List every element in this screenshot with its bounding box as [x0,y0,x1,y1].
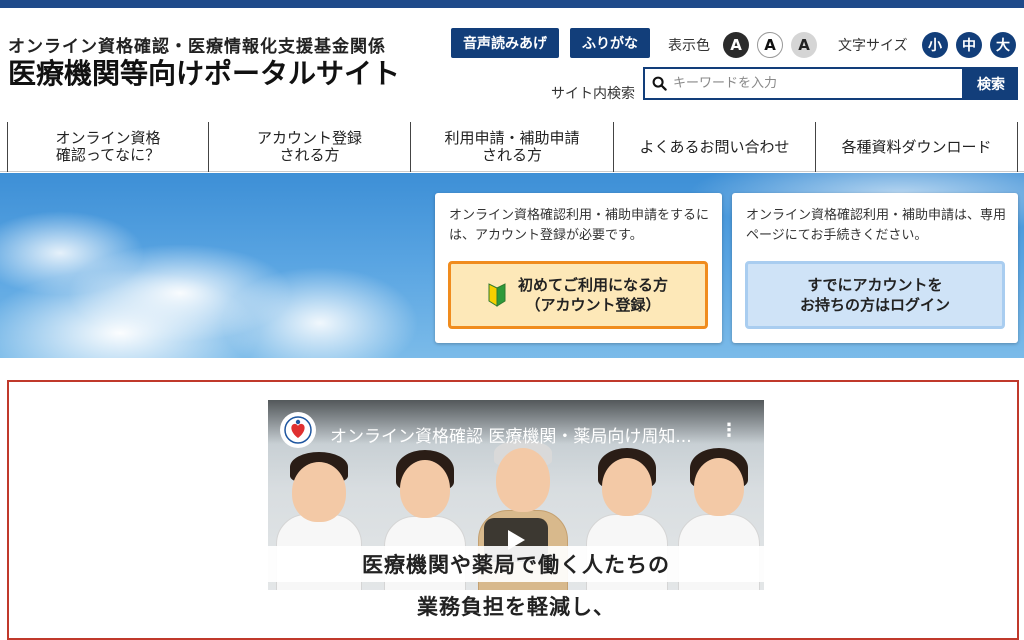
nav-item-about[interactable]: オンライン資格 確認ってなに？ [7,122,208,172]
channel-logo-icon[interactable] [280,412,316,448]
nav-item-downloads[interactable]: 各種資料ダウンロード [815,122,1018,172]
video-caption: 医療機関や薬局で働く人たちの [268,546,764,582]
font-size-small-button[interactable]: 小 [922,32,948,58]
register-button-sublabel: （アカウント登録） [525,296,661,314]
nav-item-label: される方 [279,146,340,164]
login-description: オンライン資格確認利用・補助申請は、専用ページにてお手続きください。 [746,208,1007,243]
color-gray-button[interactable]: A [791,32,817,58]
furigana-button[interactable]: ふりがな [570,28,650,58]
nav-item-label: 利用申請・補助申請 [444,129,580,147]
search-icon [652,76,667,91]
display-color-label: 表示色 [668,38,710,54]
search-button[interactable]: 検索 [964,67,1018,100]
beginner-mark-icon [488,283,506,307]
login-button-label: すでにアカウントを [807,276,943,294]
nav-item-label: オンライン資格 [55,129,161,147]
nav-item-label: 確認ってなに？ [55,146,161,164]
site-header: オンライン資格確認・医療情報化支援基金関係 医療機関等向けポータルサイト 音声読… [0,8,1024,120]
color-white-button[interactable]: A [757,32,783,58]
nav-item-label: アカウント登録 [256,129,362,147]
nav-item-faq[interactable]: よくあるお問い合わせ [613,122,815,172]
color-black-button[interactable]: A [723,32,749,58]
nav-item-account[interactable]: アカウント登録 される方 [208,122,410,172]
new-account-description: オンライン資格確認利用・補助申請をするには、アカウント登録が必要です。 [449,208,710,243]
nav-item-label: よくあるお問い合わせ [639,137,790,156]
new-account-card: オンライン資格確認利用・補助申請をするには、アカウント登録が必要です。 初めてご… [435,193,722,343]
video-title[interactable]: オンライン資格確認 医療機関・薬局向け周知... [330,422,692,447]
global-nav: オンライン資格 確認ってなに？ アカウント登録 される方 利用申請・補助申請 される方… [0,120,1024,172]
site-search-label: サイト内検索 [551,86,635,102]
site-logo-title[interactable]: 医療機関等向けポータルサイト [8,52,400,92]
font-size-label: 文字サイズ [838,38,908,54]
more-options-icon[interactable]: ⋮ [720,420,738,441]
nav-item-label: される方 [481,146,542,164]
font-size-large-button[interactable]: 大 [990,32,1016,58]
login-card: オンライン資格確認利用・補助申請は、専用ページにてお手続きください。 すでにアカ… [732,193,1018,343]
voice-read-button[interactable]: 音声読みあげ [451,28,559,58]
nav-item-label: 各種資料ダウンロード [841,137,992,156]
login-button-sublabel: お持ちの方はログイン [799,296,950,314]
search-box [643,67,964,100]
top-accent-bar [0,0,1024,8]
login-button[interactable]: すでにアカウントを お持ちの方はログイン [745,261,1005,329]
font-size-medium-button[interactable]: 中 [956,32,982,58]
nav-item-application[interactable]: 利用申請・補助申請 される方 [410,122,613,172]
register-button-label: 初めてご利用になる方 [517,276,668,294]
first-time-register-button[interactable]: 初めてご利用になる方 （アカウント登録） [448,261,708,329]
video-caption: 業務負担を軽減し、 [268,590,764,622]
youtube-video-player[interactable]: オンライン資格確認 医療機関・薬局向け周知... ⋮ 医療機関や薬局で働く人たち… [268,400,764,622]
search-input[interactable] [673,76,953,91]
